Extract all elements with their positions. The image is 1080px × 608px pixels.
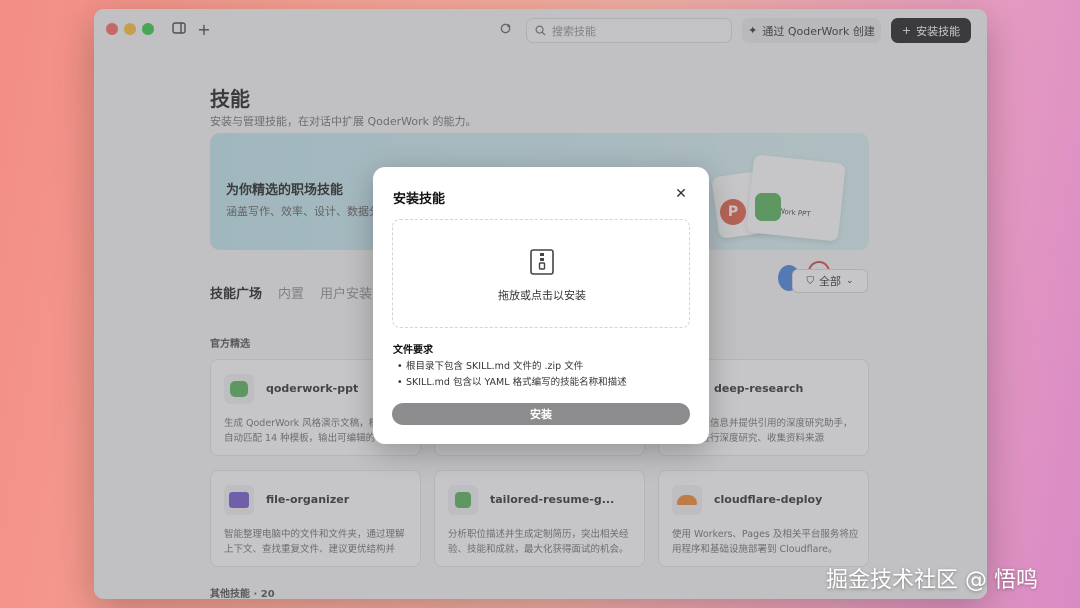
install-skill-dialog: 安装技能 ✕ 拖放或点击以安装 文件要求 根目录下包含 SKILL.md 文件的… bbox=[373, 167, 709, 444]
file-dropzone[interactable]: 拖放或点击以安装 bbox=[392, 219, 690, 328]
requirement-item: SKILL.md 包含以 YAML 格式编写的技能名称和描述 bbox=[397, 375, 627, 391]
watermark: 掘金技术社区 @ 悟鸣 bbox=[826, 568, 1038, 593]
requirement-item: 根目录下包含 SKILL.md 文件的 .zip 文件 bbox=[397, 359, 627, 375]
zip-file-icon bbox=[530, 249, 554, 275]
close-icon[interactable]: ✕ bbox=[673, 186, 689, 202]
dialog-title: 安装技能 bbox=[393, 192, 446, 207]
install-button[interactable]: 安装 bbox=[392, 403, 690, 425]
drop-instruction: 拖放或点击以安装 bbox=[498, 289, 586, 302]
requirements-title: 文件要求 bbox=[393, 345, 433, 356]
requirements-list: 根目录下包含 SKILL.md 文件的 .zip 文件 SKILL.md 包含以… bbox=[397, 359, 627, 391]
